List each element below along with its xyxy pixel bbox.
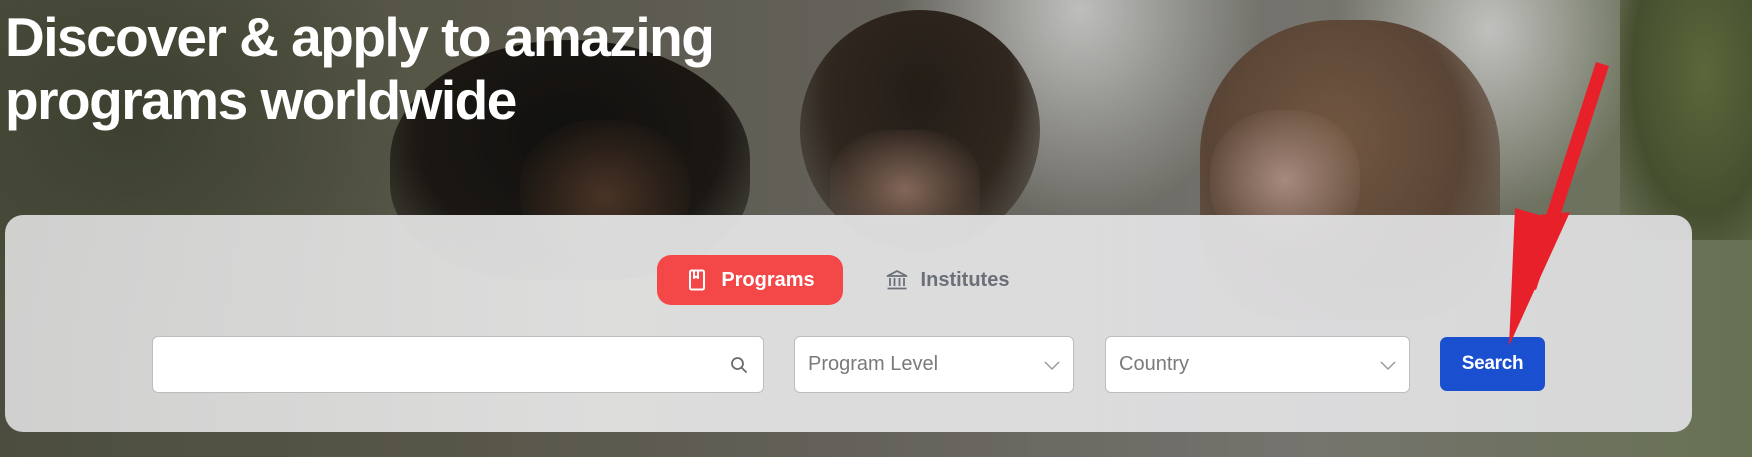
hero-headline: Discover & apply to amazing programs wor… xyxy=(5,6,765,132)
institution-icon xyxy=(885,268,909,292)
country-select[interactable]: Country xyxy=(1105,336,1410,393)
chevron-down-icon xyxy=(1043,356,1061,374)
tab-programs-label: Programs xyxy=(721,268,815,291)
tab-institutes[interactable]: Institutes xyxy=(872,255,1022,305)
search-input[interactable] xyxy=(153,337,729,392)
country-label: Country xyxy=(1119,353,1190,375)
book-icon xyxy=(685,268,709,292)
tab-institutes-label: Institutes xyxy=(920,268,1010,291)
search-panel xyxy=(5,215,1692,432)
search-field xyxy=(152,336,764,393)
program-level-label: Program Level xyxy=(808,353,939,375)
search-button[interactable]: Search xyxy=(1440,337,1545,391)
hero-headline-line-1: Discover & apply to amazing xyxy=(5,6,715,68)
hero-headline-line-2: programs worldwide xyxy=(5,69,517,131)
search-icon[interactable] xyxy=(729,355,749,375)
program-level-select[interactable]: Program Level xyxy=(794,336,1074,393)
tab-programs[interactable]: Programs xyxy=(657,255,843,305)
chevron-down-icon xyxy=(1379,356,1397,374)
hero-section: Discover & apply to amazing programs wor… xyxy=(0,0,1752,457)
